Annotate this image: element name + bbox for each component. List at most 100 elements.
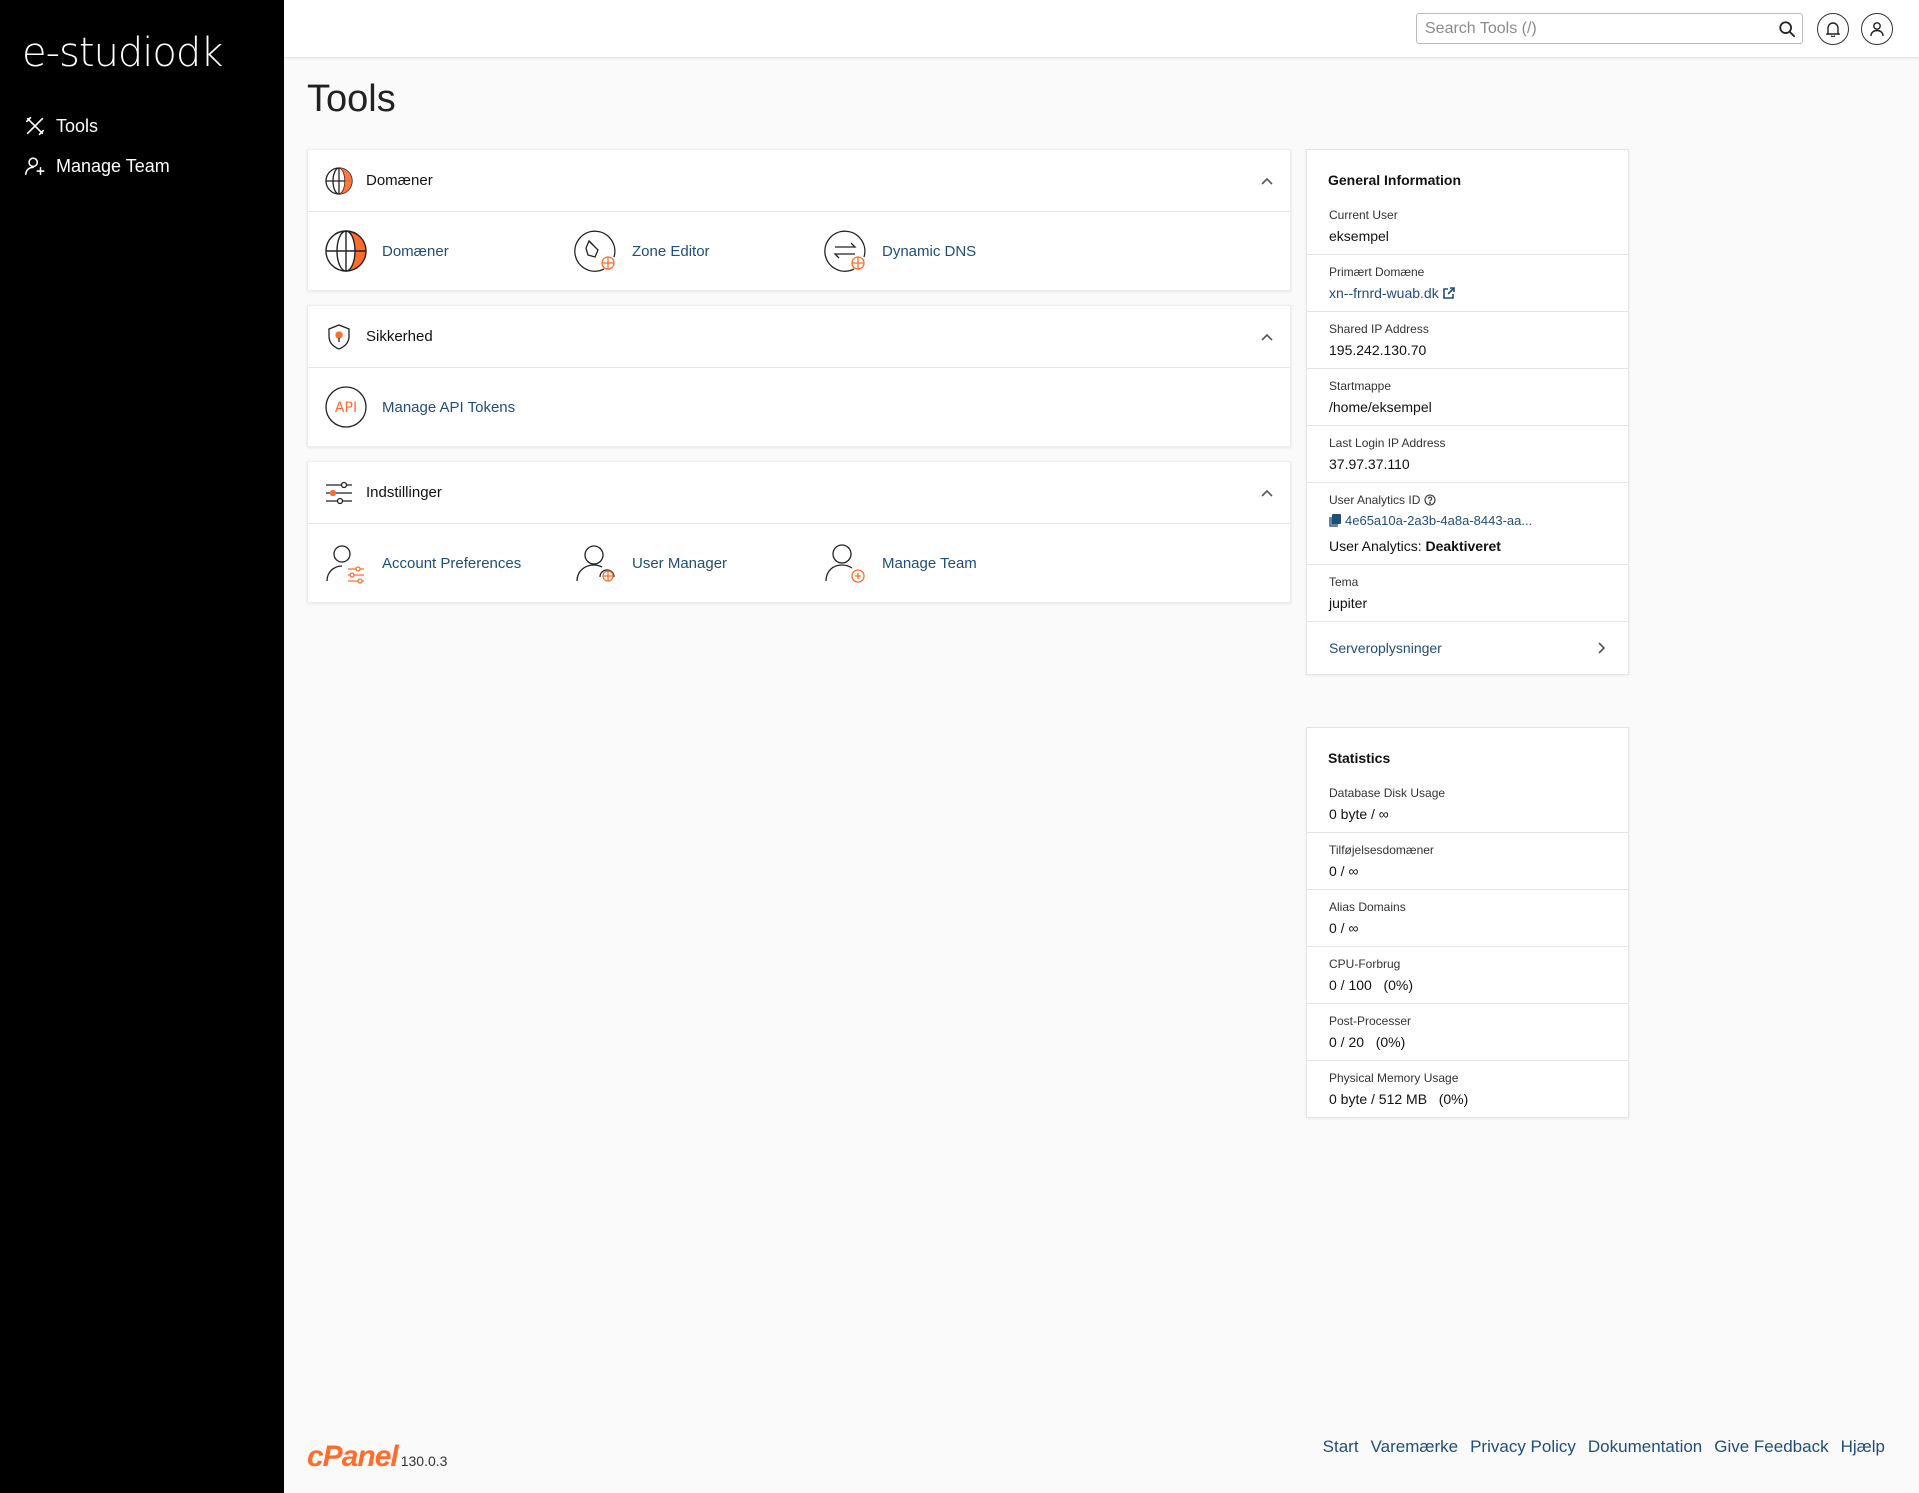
sidebar: e-studiodk Tools Manage Team bbox=[0, 0, 284, 1493]
sidebar-nav: Tools Manage Team bbox=[0, 106, 284, 186]
tool-label: Account Preferences bbox=[382, 554, 522, 572]
stat-value: 0 / ∞ bbox=[1329, 863, 1359, 879]
user-icon bbox=[1870, 22, 1884, 37]
tool-label: Domæner bbox=[382, 242, 449, 260]
info-user-analytics: User Analytics ID 4e65a10a-2a3b-4a8a-844… bbox=[1307, 483, 1628, 565]
tool-dynamic-dns[interactable]: Dynamic DNS bbox=[824, 229, 1074, 273]
analytics-id-wrap: 4e65a10a-2a3b-4a8a-8443-aa... bbox=[1329, 513, 1606, 528]
info-label: Shared IP Address bbox=[1329, 322, 1429, 336]
domains-globe-icon bbox=[325, 230, 367, 272]
bell-icon bbox=[1826, 22, 1840, 37]
section-header-security[interactable]: Sikkerhed bbox=[308, 306, 1290, 368]
section-title: Domæner bbox=[366, 172, 433, 189]
tool-manage-team[interactable]: Manage Team bbox=[824, 541, 1074, 585]
info-primary-domain: Primært Domæne xn--frnrd-wuab.dk bbox=[1307, 255, 1628, 312]
stat-value: 0 / 100 (0%) bbox=[1329, 977, 1414, 993]
stat-label: Database Disk Usage bbox=[1329, 786, 1446, 800]
dynamic-dns-icon bbox=[824, 230, 866, 272]
stat-row: Alias Domains 0 / ∞ bbox=[1307, 890, 1628, 947]
tool-zone-editor[interactable]: Zone Editor bbox=[574, 229, 824, 273]
footer-links: Start Varemærke Privacy Policy Dokumenta… bbox=[1311, 1437, 1885, 1457]
info-label: Startmappe bbox=[1329, 379, 1392, 393]
statistics-panel: Statistics Database Disk Usage 0 byte / … bbox=[1306, 727, 1629, 1118]
tool-manage-api-tokens[interactable]: API Manage API Tokens bbox=[324, 385, 574, 429]
info-shared-ip: Shared IP Address 195.242.130.70 bbox=[1307, 312, 1628, 369]
chevron-up-icon[interactable] bbox=[1260, 330, 1274, 344]
tool-account-preferences[interactable]: Account Preferences bbox=[324, 541, 574, 585]
search-input[interactable] bbox=[1417, 14, 1757, 43]
server-information-label: Serveroplysninger bbox=[1329, 640, 1442, 656]
brand-logo[interactable]: e-studiodk bbox=[22, 28, 232, 76]
external-link-icon[interactable] bbox=[1442, 286, 1456, 300]
panel-title: Statistics bbox=[1328, 750, 1391, 766]
api-icon: API bbox=[325, 386, 367, 428]
tool-label: User Manager bbox=[632, 554, 728, 572]
general-information-panel: General Information Current User eksempe… bbox=[1306, 149, 1629, 675]
sidebar-item-tools[interactable]: Tools bbox=[0, 106, 284, 146]
sliders-icon bbox=[326, 481, 352, 504]
section-tools: Domæner Zone Editor Dynamic DNS bbox=[308, 212, 1290, 290]
sidebar-item-label: Tools bbox=[56, 115, 99, 136]
analytics-status-label: User Analytics: bbox=[1329, 538, 1422, 554]
search-icon[interactable] bbox=[1778, 20, 1796, 38]
info-label: Tema bbox=[1329, 575, 1359, 589]
tools-icon bbox=[25, 116, 45, 136]
info-theme: Tema jupiter bbox=[1307, 565, 1628, 622]
stat-row: Physical Memory Usage 0 byte / 512 MB (0… bbox=[1307, 1061, 1628, 1117]
footer-link-give-feedback[interactable]: Give Feedback bbox=[1714, 1437, 1828, 1457]
footer-link-help[interactable]: Hjælp bbox=[1841, 1437, 1885, 1457]
tool-label: Manage API Tokens bbox=[382, 398, 516, 416]
info-home-directory: Startmappe /home/eksempel bbox=[1307, 369, 1628, 426]
stat-value: 0 byte / 512 MB (0%) bbox=[1329, 1091, 1469, 1107]
stat-label: Physical Memory Usage bbox=[1329, 1071, 1459, 1085]
copy-icon[interactable] bbox=[1329, 514, 1341, 527]
footer-brand: cPanel 130.0.3 bbox=[307, 1440, 447, 1474]
cpanel-logo[interactable]: cPanel bbox=[307, 1440, 399, 1474]
version-number: 130.0.3 bbox=[400, 1453, 448, 1469]
svg-text:API: API bbox=[335, 400, 357, 416]
user-manager-icon bbox=[576, 545, 615, 582]
stat-value: 0 byte / ∞ bbox=[1329, 806, 1389, 822]
tool-domains[interactable]: Domæner bbox=[324, 229, 574, 273]
section-title: Sikkerhed bbox=[366, 328, 433, 345]
section-header-domains[interactable]: Domæner bbox=[308, 150, 1290, 212]
section-tools: Account Preferences User Manager Manage … bbox=[308, 524, 1290, 602]
analytics-id-value[interactable]: 4e65a10a-2a3b-4a8a-8443-aa... bbox=[1345, 513, 1532, 528]
globe-icon bbox=[325, 166, 353, 195]
info-label: Current User bbox=[1329, 208, 1398, 222]
manage-team-icon bbox=[25, 157, 45, 176]
footer-link-trademark[interactable]: Varemærke bbox=[1371, 1437, 1459, 1457]
help-icon[interactable] bbox=[1424, 494, 1436, 506]
svg-text:e-studiodk: e-studiodk bbox=[22, 30, 222, 76]
footer-link-privacy-policy[interactable]: Privacy Policy bbox=[1470, 1437, 1576, 1457]
info-current-user: Current User eksempel bbox=[1307, 198, 1628, 255]
info-label: Primært Domæne bbox=[1329, 265, 1425, 279]
section-title: Indstillinger bbox=[366, 484, 442, 501]
section-header-settings[interactable]: Indstillinger bbox=[308, 462, 1290, 524]
footer-link-documentation[interactable]: Dokumentation bbox=[1588, 1437, 1702, 1457]
info-value: eksempel bbox=[1329, 228, 1389, 244]
chevron-up-icon[interactable] bbox=[1260, 486, 1274, 500]
section-settings: Indstillinger Account Preferences User M… bbox=[307, 461, 1291, 603]
shield-icon bbox=[328, 323, 350, 350]
primary-domain-link[interactable]: xn--frnrd-wuab.dk bbox=[1329, 285, 1439, 301]
info-value: jupiter bbox=[1329, 595, 1368, 611]
server-information-link[interactable]: Serveroplysninger bbox=[1307, 622, 1628, 674]
notifications-button[interactable] bbox=[1817, 13, 1849, 45]
tool-label: Zone Editor bbox=[632, 242, 710, 260]
user-menu-button[interactable] bbox=[1861, 13, 1893, 45]
zone-editor-icon bbox=[574, 230, 616, 272]
stat-label: Alias Domains bbox=[1329, 900, 1406, 914]
footer-link-start[interactable]: Start bbox=[1323, 1437, 1359, 1457]
tool-user-manager[interactable]: User Manager bbox=[574, 541, 824, 585]
sidebar-item-manage-team[interactable]: Manage Team bbox=[0, 146, 284, 186]
chevron-up-icon[interactable] bbox=[1260, 174, 1274, 188]
analytics-status: User Analytics: Deaktiveret bbox=[1329, 538, 1606, 554]
tool-label: Manage Team bbox=[882, 554, 977, 572]
section-tools: API Manage API Tokens bbox=[308, 368, 1290, 446]
stat-row: Post-Processer 0 / 20 (0%) bbox=[1307, 1004, 1628, 1061]
manage-team-tool-icon bbox=[825, 544, 865, 583]
stat-value: 0 / ∞ bbox=[1329, 920, 1359, 936]
account-preferences-icon bbox=[326, 545, 364, 584]
section-domains: Domæner Domæner Zone Editor Dynamic DNS bbox=[307, 149, 1291, 291]
